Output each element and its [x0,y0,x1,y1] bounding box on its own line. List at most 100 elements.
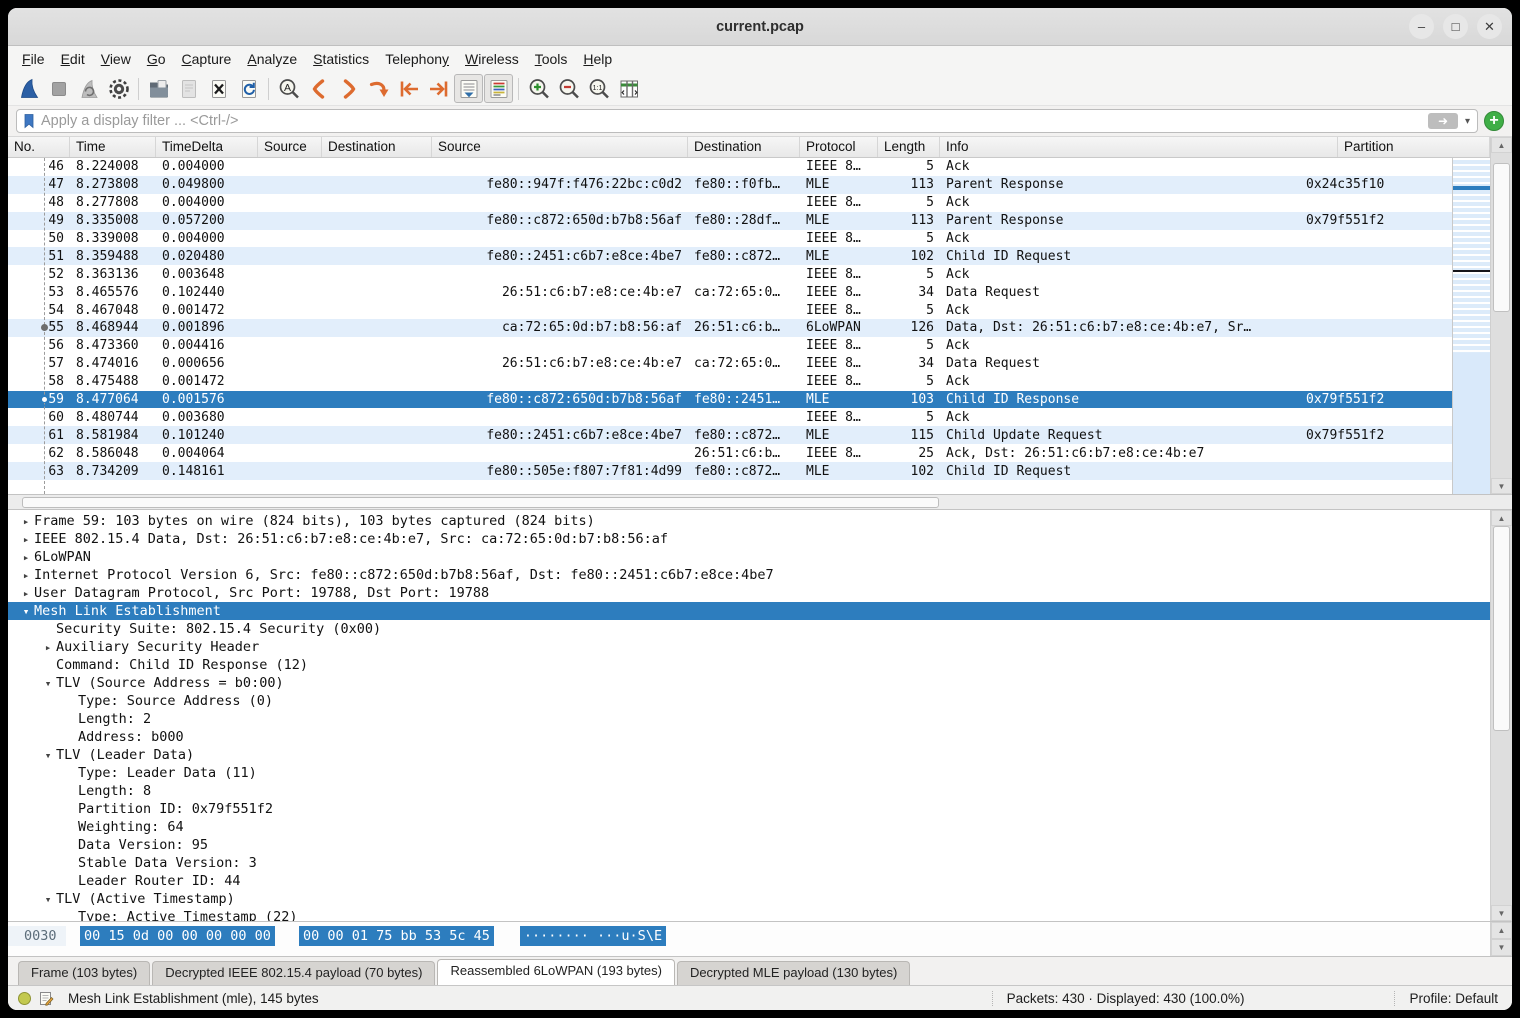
hex-dump-line[interactable]: 0030 00 15 0d 00 00 00 00 00 00 00 01 75… [8,922,1490,956]
intelligent-scrollbar-minimap[interactable] [1452,158,1490,494]
column-header-info-9[interactable]: Info [940,137,1338,157]
detail-row[interactable]: Length: 2 [8,710,1490,728]
close-button[interactable]: ✕ [1477,14,1502,39]
scroll-down-arrow-icon[interactable]: ▼ [1491,478,1512,494]
column-header-time-1[interactable]: Time [70,137,156,157]
capture-comment-icon[interactable] [39,991,54,1006]
detail-row[interactable]: Leader Router ID: 44 [8,872,1490,890]
packet-row-59[interactable]: 598.4770640.001576fe80::c872:650d:b7b8:5… [8,391,1452,409]
detail-row[interactable]: ▸Frame 59: 103 bytes on wire (824 bits),… [8,512,1490,530]
detail-row[interactable]: ▸6LoWPAN [8,548,1490,566]
filter-dropdown-caret[interactable]: ▾ [1462,116,1473,127]
detail-row[interactable]: Type: Source Address (0) [8,692,1490,710]
column-header-destination-4[interactable]: Destination [322,137,432,157]
byte-view-tab[interactable]: Decrypted MLE payload (130 bytes) [677,961,910,985]
maximize-button[interactable]: □ [1443,14,1468,39]
packet-list-hscrollbar[interactable] [8,495,1512,510]
detail-row[interactable]: Type: Leader Data (11) [8,764,1490,782]
menu-help[interactable]: Help [575,48,620,70]
go-last-icon[interactable] [424,74,453,103]
menu-file[interactable]: File [14,48,53,70]
hex-bytes-group2[interactable]: 00 00 01 75 bb 53 5c 45 [299,926,494,946]
column-header-no-0[interactable]: No. [8,137,70,157]
detail-row[interactable]: Command: Child ID Response (12) [8,656,1490,674]
zoom-out-icon[interactable] [554,74,583,103]
detail-row[interactable]: ▸IEEE 802.15.4 Data, Dst: 26:51:c6:b7:e8… [8,530,1490,548]
expert-info-icon[interactable] [18,992,31,1005]
detail-row[interactable]: Length: 8 [8,782,1490,800]
menu-wireless[interactable]: Wireless [457,48,527,70]
zoom-in-icon[interactable] [524,74,553,103]
reload-file-icon[interactable] [234,74,263,103]
resize-columns-icon[interactable] [614,74,643,103]
expander-collapsed-icon[interactable]: ▸ [18,551,34,564]
scrollbar-thumb[interactable] [1493,163,1510,313]
packet-row-53[interactable]: 538.4655760.10244026:51:c6:b7:e8:ce:4b:e… [8,283,1452,301]
packet-row-54[interactable]: 548.4670480.001472IEEE 8…5Ack [8,301,1452,319]
details-scrollbar[interactable]: ▲ ▼ [1490,510,1512,921]
save-file-icon[interactable] [174,74,203,103]
column-header-protocol-7[interactable]: Protocol [800,137,878,157]
packet-row-49[interactable]: 498.3350080.057200fe80::c872:650d:b7b8:5… [8,212,1452,230]
add-filter-button[interactable]: + [1484,111,1504,131]
expander-expanded-icon[interactable]: ▾ [40,749,56,762]
zoom-original-icon[interactable]: 1:1 [584,74,613,103]
column-header-source-3[interactable]: Source [258,137,322,157]
detail-row[interactable]: ▸User Datagram Protocol, Src Port: 19788… [8,584,1490,602]
auto-scroll-icon[interactable] [454,74,483,103]
display-filter-box[interactable]: ➜ ▾ [16,109,1478,133]
go-to-packet-icon[interactable] [364,74,393,103]
fin-restart-icon[interactable] [74,74,103,103]
expander-collapsed-icon[interactable]: ▸ [18,533,34,546]
packet-row-51[interactable]: 518.3594880.020480fe80::2451:c6b7:e8ce:4… [8,247,1452,265]
close-file-icon[interactable] [204,74,233,103]
hex-ascii[interactable]: ········ ···u·S\E [520,926,666,946]
detail-row[interactable]: ▸Auxiliary Security Header [8,638,1490,656]
find-packet-icon[interactable]: A [274,74,303,103]
hex-bytes-group1[interactable]: 00 15 0d 00 00 00 00 00 [80,926,275,946]
scroll-down-arrow-icon[interactable]: ▼ [1491,905,1512,921]
menu-statistics[interactable]: Statistics [305,48,377,70]
packet-row-47[interactable]: 478.2738080.049800fe80::947f:f476:22bc:c… [8,176,1452,194]
colorize-icon[interactable] [484,74,513,103]
scrollbar-thumb[interactable] [1493,526,1510,731]
apply-filter-button[interactable]: ➜ [1428,113,1458,129]
detail-row[interactable]: ▾TLV (Source Address = b0:00) [8,674,1490,692]
packet-row-57[interactable]: 578.4740160.00065626:51:c6:b7:e8:ce:4b:e… [8,355,1452,373]
column-header-partition-10[interactable]: Partition [1338,137,1490,157]
detail-row[interactable]: ▸Internet Protocol Version 6, Src: fe80:… [8,566,1490,584]
packet-row-61[interactable]: 618.5819840.101240fe80::2451:c6b7:e8ce:4… [8,426,1452,444]
detail-row[interactable]: ▾TLV (Active Timestamp) [8,890,1490,908]
menu-go[interactable]: Go [139,48,174,70]
minimize-button[interactable]: – [1409,14,1434,39]
open-file-icon[interactable] [144,74,173,103]
column-header-destination-6[interactable]: Destination [688,137,800,157]
detail-row[interactable]: ▾TLV (Leader Data) [8,746,1490,764]
expander-collapsed-icon[interactable]: ▸ [18,569,34,582]
column-header-timedelta-2[interactable]: TimeDelta [156,137,258,157]
packet-row-58[interactable]: 588.4754880.001472IEEE 8…5Ack [8,373,1452,391]
byte-view-tab[interactable]: Reassembled 6LoWPAN (193 bytes) [437,959,674,985]
scroll-up-arrow-icon[interactable]: ▲ [1491,922,1512,939]
hscrollbar-thumb[interactable] [22,497,939,508]
expander-collapsed-icon[interactable]: ▸ [40,641,56,654]
packet-row-56[interactable]: 568.4733600.004416IEEE 8…5Ack [8,337,1452,355]
packet-row-63[interactable]: 638.7342090.148161fe80::505e:f807:7f81:4… [8,462,1452,480]
scroll-up-arrow-icon[interactable]: ▲ [1491,510,1512,526]
menu-capture[interactable]: Capture [174,48,240,70]
menu-analyze[interactable]: Analyze [239,48,305,70]
expander-collapsed-icon[interactable]: ▸ [18,587,34,600]
menu-view[interactable]: View [93,48,139,70]
menu-telephony[interactable]: Telephony [377,48,457,70]
display-filter-input[interactable] [41,113,1424,129]
scroll-up-arrow-icon[interactable]: ▲ [1491,137,1512,153]
scrollbar-track[interactable] [1491,153,1512,478]
packet-row-60[interactable]: 608.4807440.003680IEEE 8…5Ack [8,408,1452,426]
expander-collapsed-icon[interactable]: ▸ [18,515,34,528]
packet-row-48[interactable]: 488.2778080.004000IEEE 8…5Ack [8,194,1452,212]
fin-start-icon[interactable] [14,74,43,103]
byte-view-tab[interactable]: Decrypted IEEE 802.15.4 payload (70 byte… [152,961,435,985]
status-profile[interactable]: Profile: Default [1394,991,1498,1006]
detail-row[interactable]: Partition ID: 0x79f551f2 [8,800,1490,818]
packet-row-50[interactable]: 508.3390080.004000IEEE 8…5Ack [8,230,1452,248]
